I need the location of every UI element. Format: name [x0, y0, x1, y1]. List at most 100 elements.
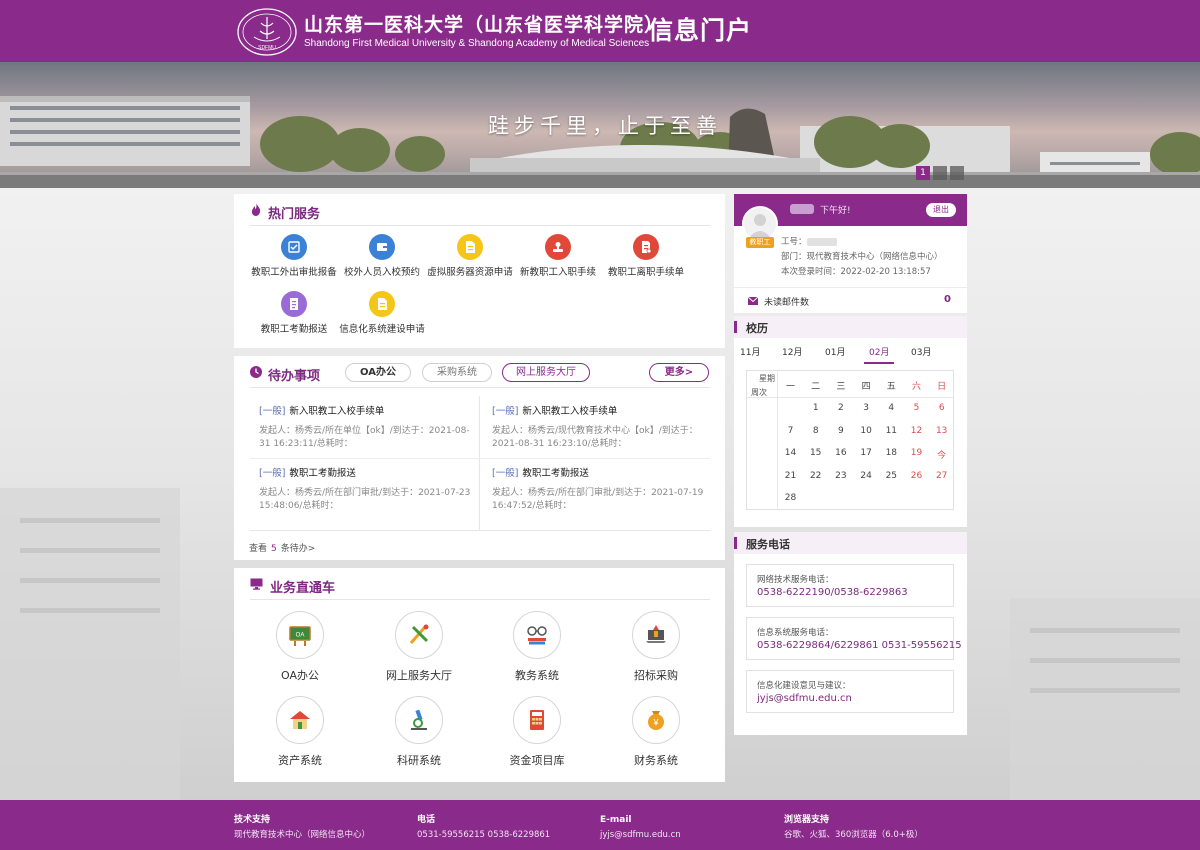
stamp-icon — [545, 234, 571, 260]
monitor-icon — [250, 578, 263, 590]
tab-procurement[interactable]: 采购系统 — [422, 363, 492, 382]
biz-procurement[interactable]: 招标采购 — [621, 611, 691, 683]
biz-oa[interactable]: OA OA办公 — [265, 611, 335, 683]
calendar-day[interactable]: 12 — [904, 426, 929, 436]
biz-finance[interactable]: ¥ 财务系统 — [621, 696, 691, 768]
suggestion-email: 信息化建设意见与建议： jyjs@sdfmu.edu.cn — [746, 670, 954, 713]
weekday-header: 一 — [785, 382, 795, 392]
todo-panel: 待办事项 OA办公 采购系统 网上服务大厅 更多> [一般] 新入职教工入校手续单… — [234, 356, 725, 560]
calendar-day[interactable]: 13 — [929, 426, 954, 436]
banner-dot-3[interactable] — [950, 166, 964, 180]
attendance-icon — [281, 291, 307, 317]
calendar-day[interactable]: 9 — [828, 426, 853, 436]
microscope-icon — [395, 696, 443, 744]
todo-title: 待办事项 — [268, 369, 321, 384]
calendar-day[interactable]: 14 — [778, 448, 803, 458]
calendar-day[interactable]: 18 — [879, 448, 904, 458]
service-staff-resignation[interactable]: 教职工离职手续单 — [601, 234, 691, 279]
unread-mail-row[interactable]: 未读邮件数 0 — [734, 287, 967, 313]
calendar-day[interactable]: 11 — [879, 426, 904, 436]
calendar-day[interactable]: 1 — [803, 403, 828, 413]
university-name-cn: 山东第一医科大学（山东省医学科学院） — [304, 14, 665, 36]
calendar-day[interactable]: 6 — [929, 403, 954, 413]
hot-services-title: 热门服务 — [268, 207, 321, 222]
calendar-day[interactable]: 19 — [904, 448, 929, 458]
calendar-day[interactable]: 21 — [778, 471, 803, 481]
calendar-day[interactable]: 27 — [929, 471, 954, 481]
calendar-day[interactable]: 24 — [854, 471, 879, 481]
tools-icon — [395, 611, 443, 659]
university-logo[interactable]: SDFMU 山东第一医科大学（山东省医学科学院） Shandong First … — [236, 7, 664, 57]
service-it-construction-request[interactable]: 信息化系统建设申请 — [337, 291, 427, 336]
footer: 技术支持 现代教育技术中心（网络信息中心） 电话 0531-59556215 0… — [0, 800, 1200, 850]
service-virtual-server-request[interactable]: 虚拟服务器资源申请 — [425, 234, 515, 279]
svg-text:SDFMU: SDFMU — [258, 45, 276, 51]
login-time: 本次登录时间：2022-02-20 13:18:57 — [781, 267, 931, 277]
business-panel: 业务直通车 OA OA办公 网上服务大厅 教务系统 招标采购 资产系统 科研系统… — [234, 568, 725, 782]
todo-item[interactable]: [一般] 新入职教工入校手续单 发起人：杨秀云/所在单位【ok】/到达于：2021… — [259, 405, 479, 451]
tab-oa[interactable]: OA办公 — [345, 363, 411, 382]
logout-button[interactable]: 退出 — [926, 203, 956, 217]
banner-dot-1[interactable]: 1 — [916, 166, 930, 180]
month-tab-active[interactable]: 02月 — [869, 345, 889, 358]
month-tab[interactable]: 12月 — [782, 345, 802, 358]
weekday-header: 日 — [937, 382, 947, 392]
todo-more-button[interactable]: 更多> — [649, 363, 709, 382]
calendar-day[interactable]: 5 — [904, 403, 929, 413]
service-visitor-appointment[interactable]: 校外人员入校预约 — [337, 234, 427, 279]
month-tab[interactable]: 03月 — [911, 345, 931, 358]
university-seal-icon: SDFMU — [236, 7, 298, 57]
portal-title: 信息门户 — [648, 16, 753, 45]
calendar-day[interactable]: 4 — [879, 403, 904, 413]
calendar-day[interactable]: 15 — [803, 448, 828, 458]
calendar-day[interactable]: 2 — [828, 403, 853, 413]
biz-online-service-hall[interactable]: 网上服务大厅 — [384, 611, 454, 683]
service-attendance-report[interactable]: 教职工考勤报送 — [249, 291, 339, 336]
calendar-day[interactable]: 10 — [854, 426, 879, 436]
weekday-header: 六 — [911, 382, 921, 392]
month-tab[interactable]: 01月 — [825, 345, 845, 358]
oa-board-icon: OA — [276, 611, 324, 659]
phone-network-support: 网络技术服务电话： 0538-6222190/0538-6229863 — [746, 564, 954, 607]
todo-item[interactable]: [一般] 新入职教工入校手续单 发起人：杨秀云/现代教育技术中心【ok】/到达于：… — [492, 405, 712, 451]
tab-online-service-hall[interactable]: 网上服务大厅 — [502, 363, 590, 382]
mail-icon — [748, 297, 758, 305]
fire-icon — [251, 203, 261, 216]
todo-item[interactable]: [一般] 教职工考勤报送 发起人：杨秀云/所在部门审批/到达于：2021-07-2… — [259, 467, 479, 513]
campus-motto: 跬步千里，止于至善 — [488, 114, 722, 138]
glasses-book-icon — [513, 611, 561, 659]
calendar-day[interactable]: 今 — [929, 448, 954, 461]
server-icon — [457, 234, 483, 260]
see-all-todos-link[interactable]: 查看 5 条待办> — [249, 541, 315, 554]
calendar-day[interactable]: 17 — [854, 448, 879, 458]
calendar-day[interactable]: 26 — [904, 471, 929, 481]
unread-mail-count: 0 — [944, 294, 951, 305]
business-title: 业务直通车 — [270, 581, 336, 596]
service-new-staff-onboarding[interactable]: 新教职工入职手续 — [513, 234, 603, 279]
money-bag-icon: ¥ — [632, 696, 680, 744]
calendar-day[interactable]: 23 — [828, 471, 853, 481]
banner-dot-2[interactable] — [933, 166, 947, 180]
calendar-day[interactable]: 25 — [879, 471, 904, 481]
university-name-en: Shandong First Medical University & Shan… — [304, 38, 650, 49]
calendar-day[interactable]: 22 — [803, 471, 828, 481]
calendar-day[interactable]: 8 — [803, 426, 828, 436]
calendar-day[interactable]: 16 — [828, 448, 853, 458]
calendar-day[interactable]: 28 — [778, 493, 803, 503]
footer-email: E-mail jyjs@sdfmu.edu.cn — [600, 815, 681, 840]
house-icon — [276, 696, 324, 744]
biz-research[interactable]: 科研系统 — [384, 696, 454, 768]
biz-assets[interactable]: 资产系统 — [265, 696, 335, 768]
laptop-icon — [632, 611, 680, 659]
approval-icon — [281, 234, 307, 260]
biz-fund-projects[interactable]: 资金项目库 — [502, 696, 572, 768]
calendar-title-bar: 校历 — [734, 316, 967, 338]
service-phone-title-bar: 服务电话 — [734, 532, 967, 554]
biz-academic-affairs[interactable]: 教务系统 — [502, 611, 572, 683]
service-staff-leave-approval[interactable]: 教职工外出审批报备 — [249, 234, 339, 279]
calendar-day[interactable]: 7 — [778, 426, 803, 436]
todo-item[interactable]: [一般] 教职工考勤报送 发起人：杨秀云/所在部门审批/到达于：2021-07-1… — [492, 467, 712, 513]
calendar-day[interactable]: 3 — [854, 403, 879, 413]
month-tab[interactable]: 11月 — [740, 345, 760, 358]
calendar-grid: 星期 周次 一二三四五六日 1 2 3 4 5 6 7 8 9 10 11 12 13 14 15 16 17 18… — [746, 370, 954, 510]
